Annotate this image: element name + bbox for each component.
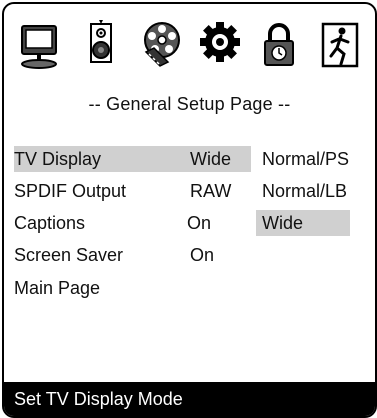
option-normal-lb[interactable]: Normal/LB <box>262 178 347 204</box>
menu-item-tv-display[interactable]: TV Display Wide <box>14 146 251 172</box>
menu-item-label: SPDIF Output <box>14 181 127 201</box>
setup-toolbar <box>4 18 375 76</box>
exit-icon[interactable] <box>317 18 363 74</box>
menu-item-spdif-output[interactable]: SPDIF Output <box>14 178 126 204</box>
menu-item-screen-saver[interactable]: Screen Saver <box>14 242 123 268</box>
status-bar: Set TV Display Mode <box>4 382 375 416</box>
film-reel-icon[interactable] <box>138 18 184 74</box>
menu-item-label: Captions <box>14 213 86 233</box>
padlock-icon[interactable] <box>256 18 302 74</box>
setup-menu-window: -- General Setup Page -- TV Display Wide… <box>2 2 377 418</box>
menu-item-label: Main Page <box>14 278 101 298</box>
option-wide[interactable]: Wide <box>256 210 350 236</box>
speaker-icon[interactable] <box>78 18 124 74</box>
gear-icon[interactable] <box>197 18 243 74</box>
option-normal-ps[interactable]: Normal/PS <box>262 146 349 172</box>
menu-item-captions[interactable]: Captions <box>14 210 85 236</box>
menu-item-label: TV Display <box>14 149 102 169</box>
menu-item-label: Screen Saver <box>14 245 124 265</box>
menu-item-main-page[interactable]: Main Page <box>14 275 100 301</box>
menu-item-value: On <box>190 245 215 265</box>
menu-item-value: RAW <box>190 181 232 201</box>
monitor-icon[interactable] <box>16 18 62 74</box>
menu-item-value: Wide <box>190 149 232 169</box>
menu-item-value: On <box>187 213 212 233</box>
page-title: -- General Setup Page -- <box>88 94 291 114</box>
